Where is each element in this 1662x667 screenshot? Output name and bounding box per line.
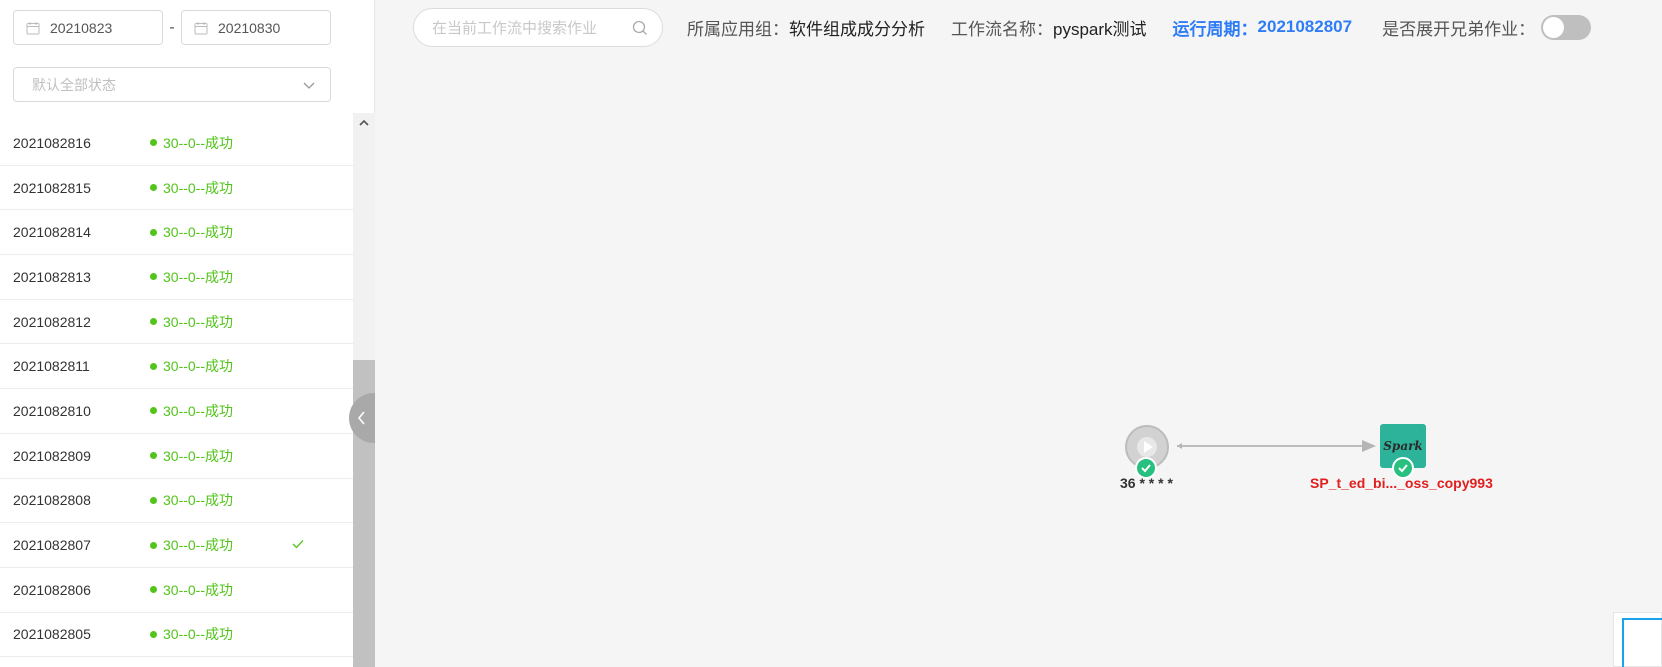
date-range: 20210823 - 20210830	[13, 10, 331, 45]
status-dot-icon	[150, 362, 157, 370]
run-status: 30--0--成功	[150, 356, 233, 376]
calendar-icon	[26, 21, 40, 34]
run-period: 2021082811	[13, 358, 90, 375]
spark-logo-icon: Spark	[1383, 439, 1423, 453]
run-status: 30--0--成功	[150, 446, 233, 466]
run-status: 30--0--成功	[150, 178, 233, 198]
run-status: 30--0--成功	[150, 490, 233, 510]
end-date-picker[interactable]: 20210830	[181, 10, 331, 45]
run-status-text: 30--0--成功	[163, 581, 234, 598]
calendar-icon	[194, 21, 208, 34]
run-period: 2021082806	[13, 581, 91, 598]
run-status: 30--0--成功	[150, 535, 233, 555]
status-dot-icon	[150, 586, 157, 594]
run-status-text: 30--0--成功	[163, 402, 234, 419]
run-period: 2021082807	[13, 537, 91, 554]
minimap-viewport[interactable]	[1622, 618, 1662, 667]
start-date-picker[interactable]: 20210823	[13, 10, 163, 45]
run-list-item[interactable]: 2021082812 30--0--成功	[0, 300, 353, 345]
run-status: 30--0--成功	[150, 267, 233, 287]
status-dot-icon	[150, 407, 157, 415]
status-dot-icon	[150, 139, 157, 147]
status-dot-icon	[150, 452, 157, 460]
run-period: 2021082816	[13, 134, 91, 151]
run-history-panel: 20210823 - 20210830 默认全部状态 2021082816 30-…	[0, 0, 375, 667]
run-status-text: 30--0--成功	[163, 179, 234, 196]
run-status: 30--0--成功	[150, 624, 233, 644]
play-icon	[1137, 437, 1157, 457]
run-status: 30--0--成功	[150, 312, 233, 332]
run-status-text: 30--0--成功	[163, 358, 234, 375]
chevron-down-icon	[303, 82, 315, 89]
toggle-knob	[1543, 16, 1565, 38]
workflow-name-label: 工作流名称：	[951, 19, 1053, 39]
run-list-item[interactable]: 2021082816 30--0--成功	[0, 121, 353, 166]
end-date-value: 20210830	[218, 19, 281, 36]
status-filter-select[interactable]: 默认全部状态	[13, 67, 331, 102]
status-dot-icon	[150, 630, 157, 638]
status-dot-icon	[150, 541, 157, 549]
scroll-up-icon[interactable]	[357, 116, 371, 130]
run-list-item[interactable]: 2021082806 30--0--成功	[0, 568, 353, 613]
run-list-item[interactable]: 2021082814 30--0--成功	[0, 210, 353, 256]
status-filter-placeholder: 默认全部状态	[32, 76, 116, 93]
run-list-item[interactable]: 2021082805 30--0--成功	[0, 613, 353, 658]
start-date-value: 20210823	[50, 19, 113, 36]
date-separator: -	[169, 18, 175, 36]
run-list-item[interactable]: 2021082811 30--0--成功	[0, 344, 353, 390]
run-status-text: 30--0--成功	[163, 447, 234, 464]
search-icon[interactable]	[632, 20, 648, 36]
run-period-value: 2021082807	[1257, 17, 1353, 36]
run-period: 2021082810	[13, 402, 91, 419]
run-period: 2021082812	[13, 313, 91, 330]
spark-job-label: SP_t_ed_bi..._oss_copy993	[1310, 475, 1493, 491]
job-search-input[interactable]: 在当前工作流中搜索作业	[413, 8, 663, 47]
run-period: 2021082813	[13, 268, 91, 285]
status-dot-icon	[150, 496, 157, 504]
app-group-value: 软件组成成分分析	[789, 19, 925, 39]
run-list-item[interactable]: 2021082808 30--0--成功	[0, 479, 353, 524]
run-period: 2021082815	[13, 179, 91, 196]
run-list-item[interactable]: 2021082815 30--0--成功	[0, 166, 353, 211]
expand-siblings-toggle[interactable]	[1541, 14, 1592, 40]
run-list-viewport: 2021082816 30--0--成功 2021082815 30--0--成功 20…	[0, 113, 353, 667]
run-list-item[interactable]: 2021082807 30--0--成功	[0, 523, 353, 568]
run-status-text: 30--0--成功	[163, 313, 234, 330]
run-status-text: 30--0--成功	[163, 224, 234, 241]
workflow-info-bar: 所属应用组： 软件组成成分分析 工作流名称： pyspark测试 运行周期： 2…	[687, 14, 1592, 40]
workflow-name-value: pyspark测试	[1053, 19, 1147, 39]
run-period: 2021082808	[13, 492, 91, 509]
run-list: 2021082816 30--0--成功 2021082815 30--0--成功 20…	[0, 121, 353, 658]
run-status: 30--0--成功	[150, 222, 233, 242]
run-status-text: 30--0--成功	[163, 492, 234, 509]
run-period-label: 运行周期：	[1172, 19, 1258, 39]
run-period: 2021082814	[13, 224, 91, 241]
run-period: 2021082809	[13, 447, 91, 464]
run-list-item[interactable]: 2021082810 30--0--成功	[0, 389, 353, 434]
status-dot-icon	[150, 184, 157, 192]
run-status-text: 30--0--成功	[163, 626, 234, 643]
run-status-text: 30--0--成功	[163, 537, 234, 554]
run-status: 30--0--成功	[150, 580, 233, 600]
app-group-label: 所属应用组：	[687, 19, 789, 39]
run-status-text: 30--0--成功	[163, 268, 234, 285]
status-dot-icon	[150, 273, 157, 281]
selected-check-icon	[292, 540, 304, 549]
run-list-item[interactable]: 2021082809 30--0--成功	[0, 434, 353, 479]
expand-siblings-label: 是否展开兄弟作业：	[1382, 19, 1536, 39]
run-status-text: 30--0--成功	[163, 134, 234, 151]
start-node-label: 36 * * * *	[1120, 475, 1173, 491]
run-list-item[interactable]: 2021082813 30--0--成功	[0, 255, 353, 300]
run-status: 30--0--成功	[150, 133, 233, 153]
chevron-left-icon	[357, 411, 365, 425]
status-dot-icon	[150, 318, 157, 326]
run-period: 2021082805	[13, 626, 91, 643]
status-dot-icon	[150, 228, 157, 236]
search-placeholder: 在当前工作流中搜索作业	[432, 20, 598, 37]
workflow-canvas[interactable]	[375, 56, 1662, 667]
run-status: 30--0--成功	[150, 401, 233, 421]
